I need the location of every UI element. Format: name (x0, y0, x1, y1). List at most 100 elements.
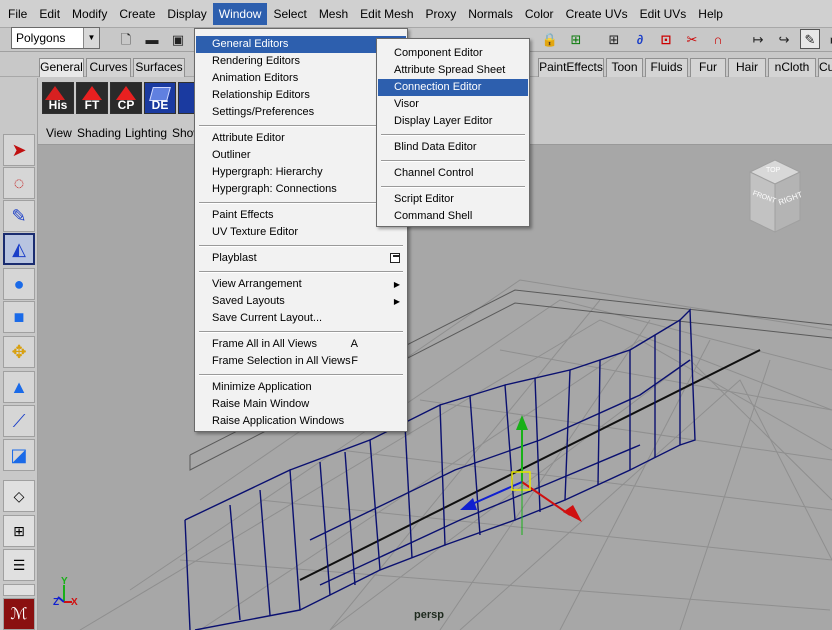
lock-selection-icon[interactable]: 🔒 (540, 29, 560, 49)
window-menu-raise-application-windows[interactable]: Raise Application Windows (196, 413, 406, 430)
window-menu-settings-preferences[interactable]: Settings/Preferences ▶ (196, 104, 406, 121)
show-manipulator-icon[interactable]: ⟋ (3, 405, 35, 437)
submenu-connection-editor[interactable]: Connection Editor (378, 79, 528, 96)
soft-modification-icon[interactable]: ▲ (3, 371, 35, 403)
menu-proxy[interactable]: Proxy (420, 3, 463, 25)
window-menu-attribute-editor[interactable]: Attribute Editor (196, 130, 406, 147)
layout-outliner-icon[interactable]: ☰ (3, 549, 35, 581)
snap-grid-icon[interactable]: ⊞ (604, 29, 624, 49)
menu-select[interactable]: Select (267, 3, 312, 25)
menu-create-uvs[interactable]: Create UVs (560, 3, 634, 25)
shelf-tab-painteffects[interactable]: PaintEffects (538, 58, 604, 77)
menu-normals[interactable]: Normals (462, 3, 519, 25)
menu-color[interactable]: Color (519, 3, 560, 25)
shelf-tab-hair[interactable]: Hair (728, 58, 766, 77)
window-menu-saved-layouts[interactable]: Saved Layouts ▶ (196, 293, 406, 310)
window-menu-relationship-editors[interactable]: Relationship Editors ▶ (196, 87, 406, 104)
window-menu-hypergraph-connections[interactable]: Hypergraph: Connections (196, 181, 406, 198)
shelf-delete-history-icon[interactable]: DE (144, 82, 176, 114)
shelf-tab-general[interactable]: General (39, 58, 84, 77)
scale-tool-icon[interactable]: ■ (3, 301, 35, 333)
output-connections-icon[interactable]: ↪ (774, 29, 794, 49)
new-scene-icon[interactable]: 🗋 (116, 29, 136, 49)
universal-manipulator-icon[interactable]: ✥ (3, 336, 35, 368)
submenu-component-editor[interactable]: Component Editor (378, 45, 528, 62)
chevron-down-icon[interactable]: ▼ (83, 28, 99, 48)
move-tool-icon[interactable]: ◭ (3, 233, 35, 265)
window-menu-general-editors[interactable]: General Editors ▶ (196, 36, 406, 53)
shelf-tab-fluids[interactable]: Fluids (645, 58, 688, 77)
menu-help[interactable]: Help (692, 3, 729, 25)
window-menu-playblast[interactable]: Playblast (196, 250, 406, 267)
shelf-tab-curves[interactable]: Curves (86, 58, 131, 77)
snap-view-plane-icon[interactable]: ✂ (682, 29, 702, 49)
maya-window: File Edit Modify Create Display Window S… (0, 0, 832, 630)
axis-label-z: Z (53, 597, 60, 608)
submenu-channel-control[interactable]: Channel Control (378, 165, 528, 182)
window-menu-outliner[interactable]: Outliner (196, 147, 406, 164)
window-menu-animation-editors[interactable]: Animation Editors ▶ (196, 70, 406, 87)
rotate-tool-icon[interactable]: ● (3, 268, 35, 300)
menu-display[interactable]: Display (161, 3, 212, 25)
highlight-selection-icon[interactable]: ⊞ (566, 29, 586, 49)
select-tool-icon[interactable]: ➤ (3, 134, 35, 166)
menu-create[interactable]: Create (113, 3, 161, 25)
option-box-icon[interactable] (390, 253, 400, 263)
menu-mesh[interactable]: Mesh (313, 3, 354, 25)
construction-history-icon[interactable]: ✎ (800, 29, 820, 49)
layout-graph-icon[interactable] (3, 584, 35, 596)
open-scene-icon[interactable]: ▬ (142, 29, 162, 49)
snap-point-icon[interactable]: ⊡ (656, 29, 676, 49)
window-menu-raise-main-window[interactable]: Raise Main Window (196, 396, 406, 413)
shelf-center-pivot-icon[interactable]: CP (110, 82, 142, 114)
relationship-editors-label: Relationship Editors (212, 89, 310, 101)
shelf-freeze-transforms-icon[interactable]: FT (76, 82, 108, 114)
menu-edit-mesh[interactable]: Edit Mesh (354, 3, 419, 25)
submenu-command-shell[interactable]: Command Shell (378, 208, 528, 225)
window-menu-hypergraph-hierarchy[interactable]: Hypergraph: Hierarchy (196, 164, 406, 181)
menu-edit[interactable]: Edit (33, 3, 66, 25)
menu-file[interactable]: File (2, 3, 33, 25)
menu-separator (199, 331, 403, 333)
rendering-editors-label: Rendering Editors (212, 55, 301, 67)
view-cube-top-label[interactable]: TOP (766, 167, 780, 174)
layout-single-icon[interactable]: ◇ (3, 480, 35, 512)
paint-select-tool-icon[interactable]: ✎ (3, 200, 35, 232)
shelf-delete-history-label: DE (151, 98, 169, 112)
window-menu-save-current-layout[interactable]: Save Current Layout... (196, 310, 406, 327)
window-menu-paint-effects[interactable]: Paint Effects (196, 207, 406, 224)
shelf-history-icon[interactable]: His (42, 82, 74, 114)
shelf-tab-custom[interactable]: Cu (818, 58, 832, 77)
last-tool-icon[interactable]: ◪ (3, 439, 35, 471)
menu-edit-uvs[interactable]: Edit UVs (634, 3, 693, 25)
submenu-visor[interactable]: Visor (378, 96, 528, 113)
window-menu-frame-selection[interactable]: Frame Selection in All Views F (196, 353, 406, 370)
submenu-display-layer-editor[interactable]: Display Layer Editor (378, 113, 528, 130)
panel-menu-view[interactable]: View (46, 126, 72, 140)
window-menu-view-arrangement[interactable]: View Arrangement ▶ (196, 276, 406, 293)
menu-set-select[interactable]: Polygons ▼ (11, 27, 100, 49)
submenu-script-editor[interactable]: Script Editor (378, 191, 528, 208)
menu-window[interactable]: Window (212, 2, 268, 25)
shelf-tab-toon[interactable]: Toon (606, 58, 643, 77)
make-live-icon[interactable]: ∩ (708, 29, 728, 49)
panel-menu-lighting[interactable]: Lighting (125, 126, 167, 140)
window-menu-frame-all[interactable]: Frame All in All Views A (196, 336, 406, 353)
save-scene-icon[interactable]: ▣ (168, 29, 188, 49)
window-menu-minimize-application[interactable]: Minimize Application (196, 379, 406, 396)
lasso-tool-icon[interactable]: ◌ (3, 167, 35, 199)
layout-four-icon[interactable]: ⊞ (3, 515, 35, 547)
panel-menu-shading[interactable]: Shading (77, 126, 121, 140)
window-menu-uv-texture-editor[interactable]: UV Texture Editor (196, 224, 406, 241)
render-icon[interactable]: ▸ (824, 29, 832, 49)
submenu-attribute-spread-sheet[interactable]: Attribute Spread Sheet (378, 62, 528, 79)
snap-curve-icon[interactable]: ∂ (630, 29, 650, 49)
shelf-tab-fur[interactable]: Fur (690, 58, 726, 77)
shelf-history-label: His (48, 98, 68, 112)
input-connections-icon[interactable]: ↦ (748, 29, 768, 49)
shelf-tab-surfaces[interactable]: Surfaces (133, 58, 185, 77)
shelf-tab-ncloth[interactable]: nCloth (768, 58, 816, 77)
menu-modify[interactable]: Modify (66, 3, 113, 25)
window-menu-rendering-editors[interactable]: Rendering Editors ▶ (196, 53, 406, 70)
submenu-blind-data-editor[interactable]: Blind Data Editor (378, 139, 528, 156)
